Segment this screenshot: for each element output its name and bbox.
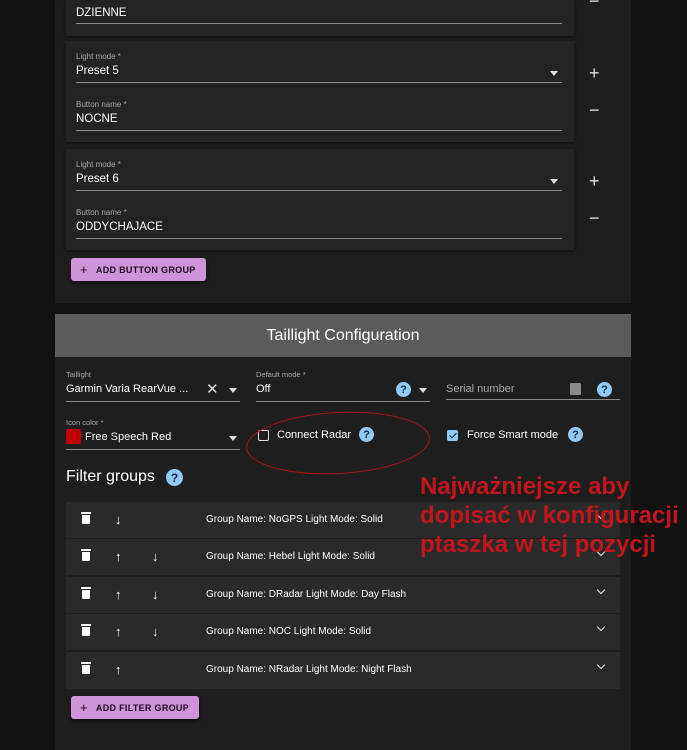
help-icon[interactable]: ?: [166, 469, 183, 486]
light-mode-select-3[interactable]: Light mode * Preset 6: [76, 160, 562, 194]
filter-group-name: Group Name: Hebel Light Mode: Solid: [206, 551, 375, 562]
button-group-1: DZIENNE: [66, 0, 574, 36]
default-mode-select[interactable]: Default mode * Off ?: [256, 370, 430, 402]
filter-group-row[interactable]: ↑ ↓ Group Name: DRadar Light Mode: Day F…: [66, 577, 620, 614]
chevron-down-icon: [419, 388, 427, 393]
plus-icon: +: [80, 262, 88, 277]
icon-color-value: Free Speech Red: [85, 431, 172, 443]
button-name-label: Button name *: [76, 208, 127, 217]
button-name-field-1[interactable]: DZIENNE: [76, 7, 562, 29]
force-smart-mode-checkbox[interactable]: [447, 430, 458, 441]
add-button-group-button[interactable]: + ADD BUTTON GROUP: [71, 258, 206, 281]
button-name-field-2[interactable]: Button name * NOCNE: [76, 100, 562, 134]
add-filter-group-button[interactable]: + ADD FILTER GROUP: [71, 696, 200, 719]
light-mode-value: Preset 6: [76, 173, 119, 185]
help-icon[interactable]: ?: [597, 382, 612, 397]
taillight-select[interactable]: Taillight Garmin Varia RearVue ... ✕: [66, 370, 240, 402]
remove-button-group-2[interactable]: −: [589, 101, 600, 119]
chevron-down-icon: [229, 388, 237, 393]
add-button-group-label: ADD BUTTON GROUP: [95, 264, 196, 275]
arrow-up-icon[interactable]: ↑: [115, 625, 122, 638]
delete-icon[interactable]: [81, 662, 91, 674]
arrow-up-icon[interactable]: ↑: [115, 550, 122, 563]
delete-icon[interactable]: [81, 512, 91, 524]
arrow-down-icon[interactable]: ↓: [115, 513, 122, 526]
default-mode-value: Off: [256, 383, 271, 395]
remove-button-group-3[interactable]: −: [589, 209, 600, 227]
serial-number-placeholder: Serial number: [446, 383, 515, 395]
taillight-header: Taillight Configuration: [55, 314, 631, 357]
button-name-value: NOCNE: [76, 113, 118, 125]
taillight-value: Garmin Varia RearVue ...: [66, 383, 189, 395]
expand-icon[interactable]: [596, 622, 606, 632]
button-group-3: Light mode * Preset 6 Button name * ODDY…: [66, 149, 574, 250]
color-swatch: [66, 429, 81, 444]
arrow-down-icon[interactable]: ↓: [152, 625, 159, 638]
light-mode-value: Preset 5: [76, 65, 119, 77]
light-mode-label: Light mode *: [76, 52, 121, 61]
arrow-down-icon[interactable]: ↓: [152, 588, 159, 601]
delete-icon[interactable]: [81, 624, 91, 636]
icon-color-label: Icon color *: [66, 418, 104, 427]
annotation-text: Najważniejsze aby dopisać w konfiguracji…: [420, 473, 679, 558]
filter-group-row[interactable]: ↑ Group Name: NRadar Light Mode: Night F…: [66, 652, 620, 689]
button-group-2: Light mode * Preset 5 Button name * NOCN…: [66, 41, 574, 142]
serial-number-field[interactable]: Serial number ?: [446, 370, 620, 402]
remove-button-group-1[interactable]: −: [589, 0, 600, 10]
button-name-value: ODDYCHAJACE: [76, 221, 163, 233]
light-mode-label: Light mode *: [76, 160, 121, 169]
add-button-group-3[interactable]: +: [589, 172, 600, 190]
delete-icon[interactable]: [81, 587, 91, 599]
icon-color-select[interactable]: Icon color * Free Speech Red: [66, 418, 240, 450]
button-name-label: Button name *: [76, 100, 127, 109]
default-mode-label: Default mode *: [256, 370, 306, 379]
help-icon[interactable]: ?: [396, 382, 411, 397]
expand-icon[interactable]: [596, 585, 606, 595]
chevron-down-icon: [550, 179, 558, 184]
delete-icon[interactable]: [81, 549, 91, 561]
taillight-label: Taillight: [66, 370, 92, 379]
filter-group-name: Group Name: DRadar Light Mode: Day Flash: [206, 589, 407, 600]
filter-group-name: Group Name: NRadar Light Mode: Night Fla…: [206, 664, 412, 675]
filter-group-name: Group Name: NoGPS Light Mode: Solid: [206, 514, 383, 525]
filter-groups-title: Filter groups: [66, 468, 155, 485]
arrow-down-icon[interactable]: ↓: [152, 550, 159, 563]
force-smart-mode-label: Force Smart mode: [467, 429, 559, 441]
help-icon[interactable]: ?: [568, 427, 583, 442]
plus-icon: +: [80, 700, 88, 715]
clear-icon[interactable]: ✕: [206, 380, 219, 398]
arrow-up-icon[interactable]: ↑: [115, 663, 122, 676]
filter-group-name: Group Name: NOC Light Mode: Solid: [206, 626, 372, 637]
stepper-icon[interactable]: [570, 383, 581, 395]
chevron-down-icon: [229, 436, 237, 441]
arrow-up-icon[interactable]: ↑: [115, 588, 122, 601]
filter-group-row[interactable]: ↑ ↓ Group Name: NOC Light Mode: Solid: [66, 614, 620, 651]
button-name-value: DZIENNE: [76, 7, 127, 19]
add-button-group-2[interactable]: +: [589, 64, 600, 82]
chevron-down-icon: [550, 71, 558, 76]
add-filter-group-label: ADD FILTER GROUP: [95, 702, 190, 713]
expand-icon[interactable]: [596, 660, 606, 670]
light-mode-select-2[interactable]: Light mode * Preset 5: [76, 52, 562, 86]
button-name-field-3[interactable]: Button name * ODDYCHAJACE: [76, 208, 562, 242]
